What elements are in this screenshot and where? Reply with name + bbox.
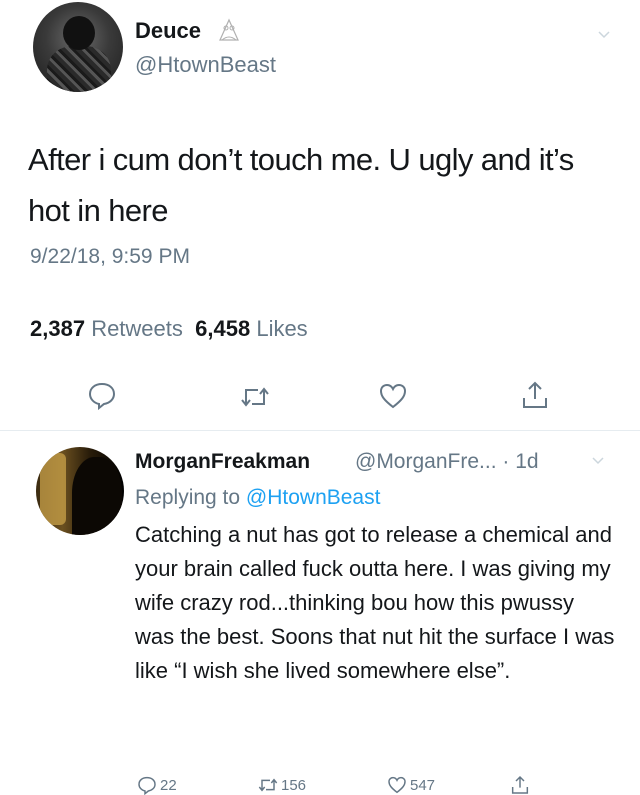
owl-emoji-icon [219, 18, 239, 41]
reply-author-handle[interactable]: @MorganFre... [355, 450, 497, 473]
replying-prefix: Replying to [135, 486, 241, 509]
tweet-stats: 2,387 Retweets 6,458 Likes [30, 316, 308, 342]
retweet-icon[interactable] [240, 382, 270, 412]
reply-retweet-count: 156 [281, 776, 307, 794]
likes-count[interactable]: 6,458 [195, 316, 250, 341]
reply-reply-count: 22 [160, 776, 177, 794]
reply-author-avatar[interactable] [36, 447, 124, 535]
share-icon[interactable] [520, 380, 550, 410]
author-handle[interactable]: @HtownBeast [135, 52, 276, 78]
retweets-label[interactable]: Retweets [91, 316, 183, 341]
likes-label[interactable]: Likes [256, 316, 307, 341]
reply-like-count: 547 [410, 776, 436, 794]
reply-text: Catching a nut has got to release a chem… [135, 522, 615, 683]
divider [0, 430, 640, 431]
reply-time[interactable]: · 1d [502, 450, 538, 473]
replying-to: Replying to @HtownBeast [135, 486, 380, 510]
chevron-down-icon[interactable] [598, 30, 610, 40]
retweets-count[interactable]: 2,387 [30, 316, 85, 341]
retweet-icon [258, 778, 278, 792]
reply-icon [138, 776, 156, 795]
reply-author-handle-and-time[interactable]: @MorganFre... · 1d [355, 450, 539, 474]
tweet-text: After i cum don’t touch me. U ugly and i… [28, 142, 574, 228]
chevron-down-icon[interactable] [592, 456, 604, 466]
like-icon[interactable] [378, 381, 408, 411]
reply-retweet-button[interactable]: 156 [258, 774, 306, 795]
share-icon [511, 775, 529, 794]
reply-icon[interactable] [87, 380, 117, 410]
reply-author-name[interactable]: MorganFreakman [135, 450, 310, 474]
replying-to-mention[interactable]: @HtownBeast [246, 486, 381, 509]
author-name[interactable]: Deuce [135, 18, 201, 44]
reply-reply-button[interactable]: 22 [137, 774, 177, 795]
reply-like-button[interactable]: 547 [387, 774, 435, 795]
like-icon [388, 776, 406, 794]
tweet-timestamp[interactable]: 9/22/18, 9:59 PM [30, 245, 190, 269]
reply-share-button[interactable] [510, 774, 530, 795]
author-avatar[interactable] [33, 2, 123, 92]
